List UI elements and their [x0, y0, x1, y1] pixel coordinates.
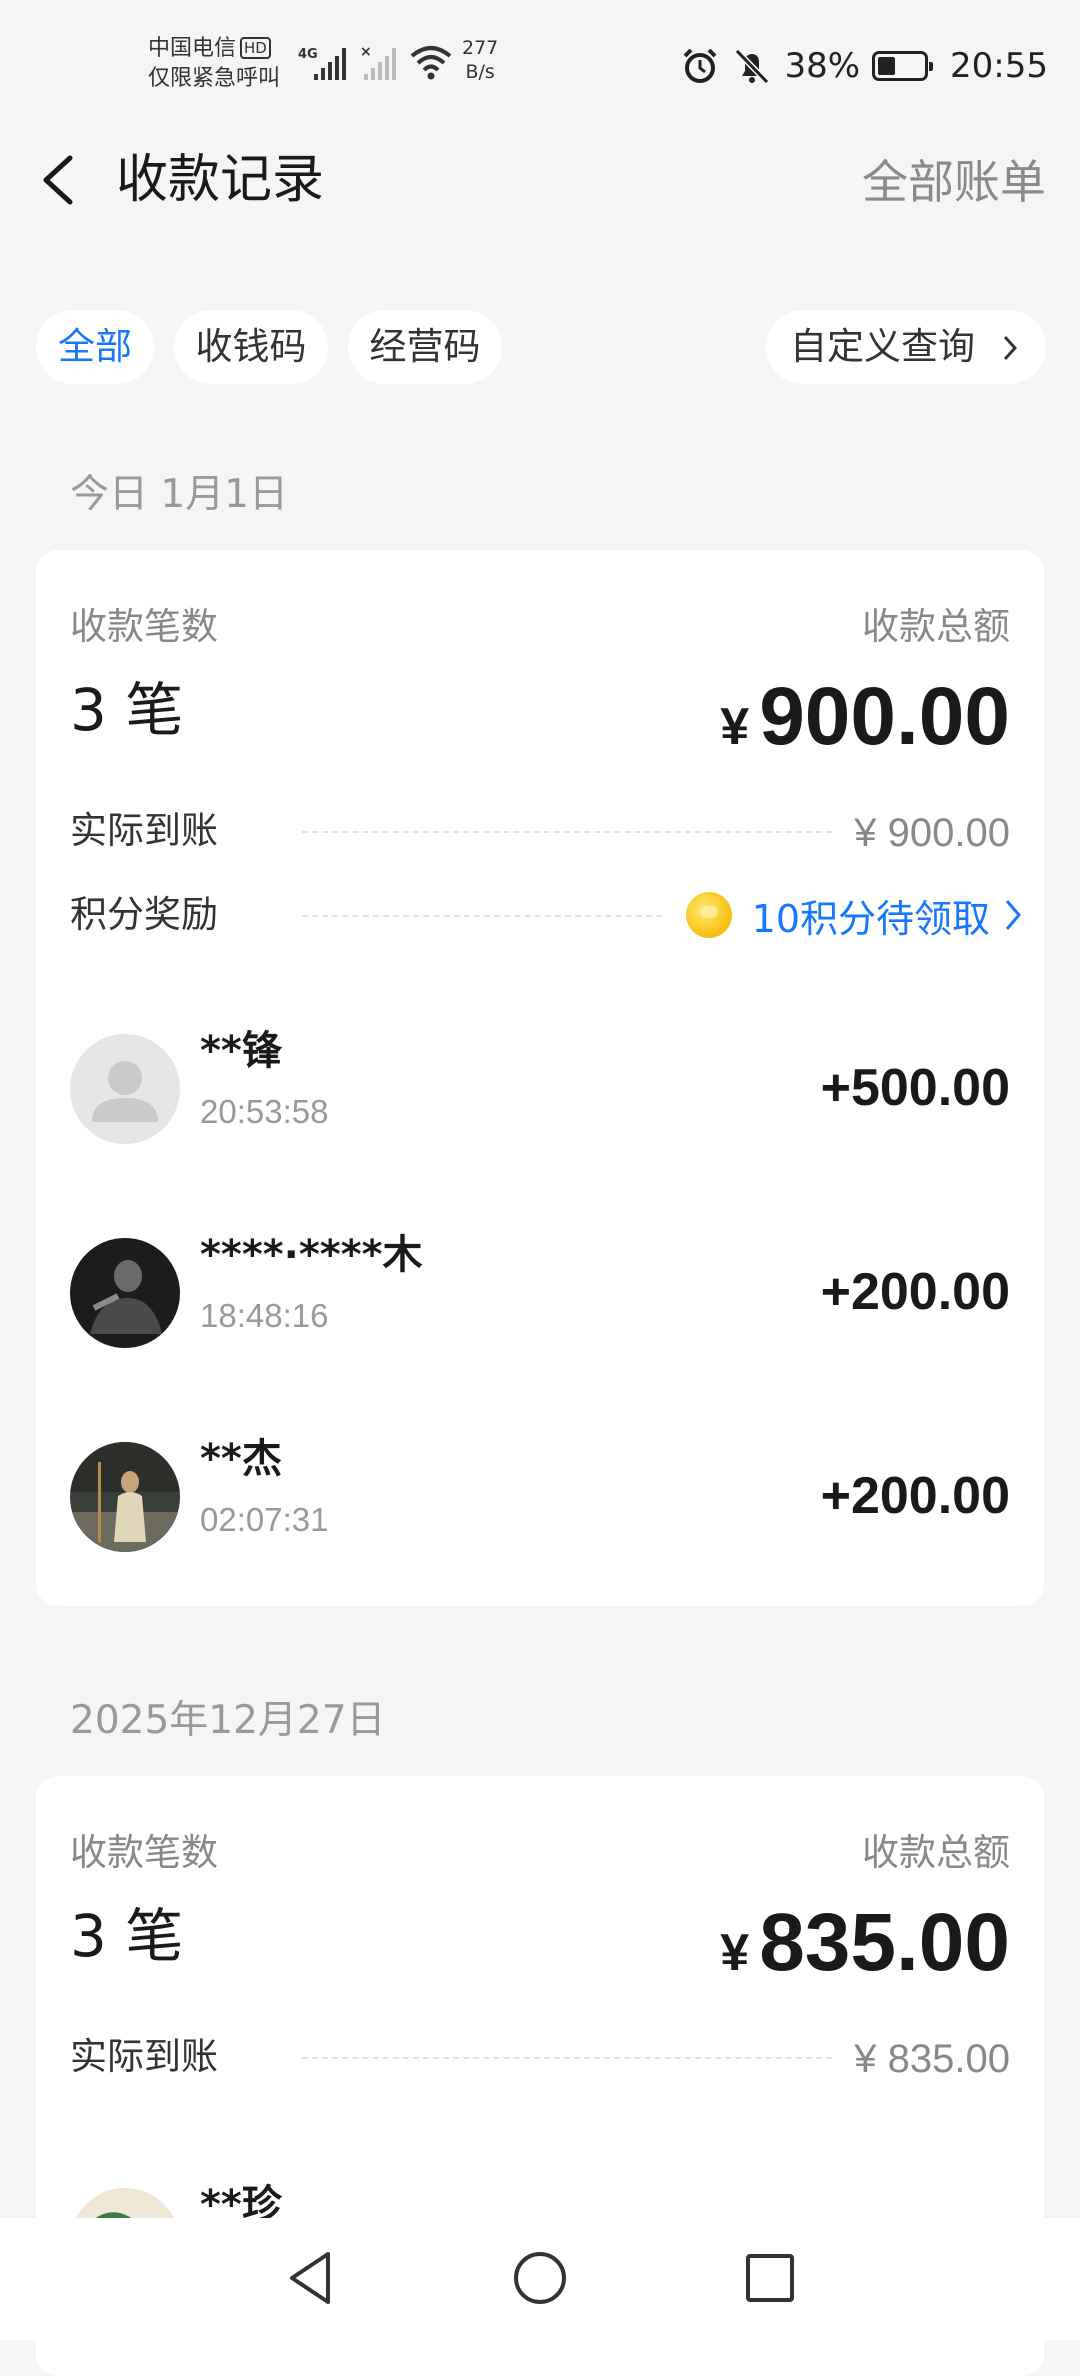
- speed-unit: B/s: [465, 61, 495, 83]
- signal-4g-icon: 4G: [298, 47, 346, 80]
- network-type: 4G: [298, 47, 318, 62]
- transaction-row[interactable]: **锋 20:53:58 +500.00: [36, 1022, 1044, 1152]
- filter-chip-business-code[interactable]: 经营码: [348, 310, 502, 384]
- total-value: 900.00: [759, 671, 1010, 762]
- carrier-info: 中国电信 HD 仅限紧急呼叫: [148, 34, 280, 94]
- payer-name: **杰: [200, 1436, 282, 1482]
- nav-recents-icon[interactable]: [744, 2248, 796, 2308]
- hd-badge: HD: [240, 37, 271, 59]
- coin-icon: [685, 892, 732, 938]
- transaction-count: 3 笔: [70, 1902, 184, 1970]
- transaction-row[interactable]: ****·****木 18:48:16 +200.00: [36, 1226, 1044, 1356]
- points-reward-link[interactable]: 10积分待领取: [685, 885, 1022, 945]
- custom-query-label: 自定义查询: [790, 325, 975, 368]
- battery-percent: 38%: [784, 46, 861, 86]
- battery-icon: [872, 51, 934, 81]
- payment-time: 18:48:16: [200, 1297, 329, 1334]
- filter-chip-all[interactable]: 全部: [36, 310, 154, 384]
- payer-name: **锋: [200, 1028, 282, 1074]
- back-arrow-icon[interactable]: [34, 150, 84, 210]
- received-value: ¥ 835.00: [854, 2037, 1010, 2081]
- received-value: ¥ 900.00: [854, 811, 1010, 855]
- transaction-row[interactable]: **杰 02:07:31 +200.00: [36, 1430, 1044, 1560]
- divider-dashed: [302, 2057, 832, 2059]
- svg-text:×: ×: [360, 44, 372, 60]
- section-date: 2025年12月27日: [70, 1698, 386, 1743]
- payment-amount: +200.00: [820, 1263, 1010, 1321]
- nav-back-icon[interactable]: [284, 2248, 334, 2308]
- system-navigation-bar: [0, 2218, 1080, 2340]
- total-amount: ¥835.00: [720, 1898, 1010, 2011]
- received-label: 实际到账: [70, 809, 218, 852]
- divider-dashed: [302, 831, 832, 833]
- transaction-count: 3 笔: [70, 676, 184, 744]
- count-label: 收款笔数: [70, 605, 218, 648]
- currency-symbol: ¥: [720, 1924, 750, 1982]
- alarm-icon: [684, 48, 717, 83]
- carrier-name: 中国电信: [148, 36, 237, 61]
- filter-chip-payment-code[interactable]: 收钱码: [174, 310, 328, 384]
- all-bills-link[interactable]: 全部账单: [862, 152, 1046, 212]
- network-speed: 277 B/s: [462, 36, 498, 84]
- user-photo-avatar: [70, 1238, 180, 1348]
- user-photo-avatar: [70, 1442, 180, 1552]
- header: 收款记录 全部账单: [0, 130, 1080, 230]
- reward-value: 10积分待领取: [751, 896, 990, 941]
- speed-value: 277: [462, 37, 499, 59]
- divider-dashed: [302, 915, 662, 917]
- mute-bell-icon: [735, 48, 770, 85]
- default-avatar-icon: [70, 1034, 180, 1144]
- filter-bar: 全部 收钱码 经营码 自定义查询: [36, 310, 1046, 384]
- page-title: 收款记录: [116, 150, 325, 210]
- payment-time: 02:07:31: [200, 1501, 329, 1538]
- total-label: 收款总额: [862, 1831, 1010, 1874]
- clock: 20:55: [950, 46, 1048, 86]
- payment-amount: +500.00: [820, 1059, 1010, 1117]
- custom-query-button[interactable]: 自定义查询: [766, 310, 1046, 384]
- summary-card: 收款笔数 收款总额 3 笔 ¥900.00 实际到账 ¥ 900.00 积分奖励…: [36, 550, 1044, 1606]
- status-right: 38% 20:55: [680, 44, 1048, 88]
- received-label: 实际到账: [70, 2035, 218, 2078]
- signal-no-service-icon: ×: [360, 44, 396, 80]
- payer-name: ****·****木: [200, 1232, 423, 1278]
- count-label: 收款笔数: [70, 1831, 218, 1874]
- chevron-right-icon: [1005, 900, 1021, 930]
- chevron-right-icon: [1003, 335, 1018, 361]
- section-date: 今日 1月1日: [70, 472, 289, 517]
- status-bar: 中国电信 HD 仅限紧急呼叫 4G × 277 B/s 38% 20:55: [0, 0, 1080, 120]
- payment-amount: +200.00: [820, 1467, 1010, 1525]
- nav-home-icon[interactable]: [512, 2248, 568, 2308]
- carrier-status: 仅限紧急呼叫: [148, 66, 281, 91]
- currency-symbol: ¥: [720, 698, 750, 756]
- payment-time: 20:53:58: [200, 1093, 329, 1130]
- reward-label: 积分奖励: [70, 893, 218, 936]
- total-amount: ¥900.00: [720, 672, 1010, 785]
- wifi-icon: [410, 46, 452, 80]
- total-value: 835.00: [759, 1897, 1010, 1988]
- total-label: 收款总额: [862, 605, 1010, 648]
